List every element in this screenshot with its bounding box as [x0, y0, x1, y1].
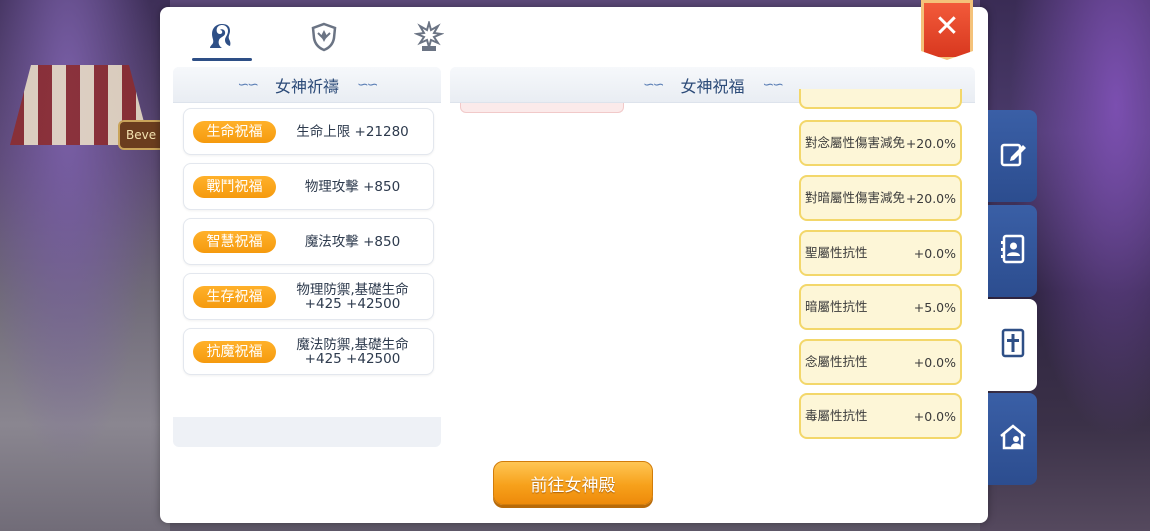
shield-icon — [309, 22, 339, 56]
blessing-row-life[interactable]: 生命祝福 生命上限 +21280 — [183, 108, 434, 155]
contacts-icon — [999, 234, 1027, 268]
stat-value: +20.0% — [905, 135, 956, 151]
blessing-value: 物理攻擊 +850 — [304, 178, 401, 195]
goddess-blessing-panel: ✕ ∽∽ 女神祈禱 ∽∽ 生命祝福 生命上限 +21280 戰鬥祝福 物理攻擊 … — [160, 0, 988, 523]
swirl-ornament-icon: ∽∽ — [357, 76, 379, 93]
stat-value: +0.0% — [913, 245, 956, 261]
stat-card: 暗屬性抗性 +5.0% — [799, 284, 962, 330]
blessing-tag: 生存祝福 — [193, 285, 276, 308]
goddess-icon — [206, 21, 238, 57]
tab-goddess[interactable] — [192, 17, 252, 61]
blessing-value: 生命上限 +21280 — [296, 123, 409, 140]
stat-name: 對暗屬性傷害減免 — [805, 190, 906, 205]
cross-book-icon — [999, 328, 1027, 362]
close-button[interactable]: ✕ — [921, 0, 973, 60]
stat-value: +5.0% — [913, 299, 956, 315]
side-nav-goddess-book[interactable] — [988, 299, 1037, 391]
stat-name: 對念屬性傷害減免 — [805, 135, 906, 150]
blessing-value: 魔法防禦,基礎生命 +425 +42500 — [296, 336, 409, 367]
swirl-ornament-icon: ∽∽ — [762, 76, 785, 93]
close-icon: ✕ — [934, 8, 960, 44]
blessing-row-anti-magic[interactable]: 抗魔祝福 魔法防禦,基礎生命 +425 +42500 — [183, 328, 434, 375]
blessing-row-survival[interactable]: 生存祝福 物理防禦,基礎生命 +425 +42500 — [183, 273, 434, 320]
scrolled-item-edge — [460, 103, 624, 113]
stat-name: 聖屬性抗性 — [805, 245, 868, 260]
top-tab-bar — [160, 7, 490, 63]
goddess-blessing-title: 女神祝福 — [680, 76, 745, 96]
blessing-list: 生命祝福 生命上限 +21280 戰鬥祝福 物理攻擊 +850 智慧祝福 魔法攻… — [173, 103, 441, 417]
stat-card: 毒屬性抗性 +0.0% — [799, 393, 962, 439]
swirl-ornament-icon: ∽∽ — [237, 76, 260, 93]
stat-card: 念屬性抗性 +0.0% — [799, 339, 962, 385]
background-left-scene: Beve — [0, 0, 170, 531]
house-user-icon — [998, 422, 1028, 456]
blessing-value: 物理防禦,基礎生命 +425 +42500 — [296, 281, 409, 312]
side-nav-home[interactable] — [988, 393, 1037, 485]
blessing-tag: 智慧祝福 — [193, 230, 276, 253]
blessing-tag: 抗魔祝福 — [193, 340, 276, 363]
blessing-tag: 戰鬥祝福 — [193, 175, 276, 198]
goddess-prayer-header: ∽∽ 女神祈禱 ∽∽ — [173, 67, 441, 103]
stat-name: 暗屬性抗性 — [805, 299, 868, 314]
stat-name: 念屬性抗性 — [805, 354, 868, 369]
blessing-row-wisdom[interactable]: 智慧祝福 魔法攻擊 +850 — [183, 218, 434, 265]
stat-value: +0.0% — [913, 408, 956, 424]
stats-scroll-area[interactable]: 對念屬性傷害減免 +20.0% 對暗屬性傷害減免 +20.0% 聖屬性抗性 +0… — [450, 89, 975, 447]
side-nav-edit[interactable] — [988, 110, 1037, 202]
stat-name: 毒屬性抗性 — [805, 408, 868, 423]
blessing-tag: 生命祝福 — [193, 120, 276, 143]
goddess-blessing-stats-panel: ∽∽ 女神祝福 ∽∽ 對念屬性傷害減免 +20.0% 對暗屬性傷害減免 +20.… — [450, 67, 975, 447]
stat-value: +20.0% — [905, 190, 956, 206]
goddess-prayer-title: 女神祈禱 — [274, 76, 339, 96]
guild-emblem-icon — [413, 19, 445, 57]
stat-card: 對暗屬性傷害減免 +20.0% — [799, 175, 962, 221]
goddess-prayer-panel: ∽∽ 女神祈禱 ∽∽ 生命祝福 生命上限 +21280 戰鬥祝福 物理攻擊 +8… — [173, 67, 441, 447]
blessing-value: 魔法攻擊 +850 — [304, 233, 401, 250]
side-nav-contacts[interactable] — [988, 205, 1037, 297]
blessing-row-battle[interactable]: 戰鬥祝福 物理攻擊 +850 — [183, 163, 434, 210]
stat-card: 聖屬性抗性 +0.0% — [799, 230, 962, 276]
swirl-ornament-icon: ∽∽ — [643, 76, 665, 93]
go-to-temple-button[interactable]: 前往女神殿 — [493, 461, 653, 505]
edit-icon — [999, 140, 1027, 172]
stat-card: 對念屬性傷害減免 +20.0% — [799, 120, 962, 166]
tab-shield[interactable] — [294, 17, 354, 61]
tab-guild-emblem[interactable] — [399, 17, 459, 61]
stat-card-partial — [799, 89, 962, 109]
stat-value: +0.0% — [913, 354, 956, 370]
